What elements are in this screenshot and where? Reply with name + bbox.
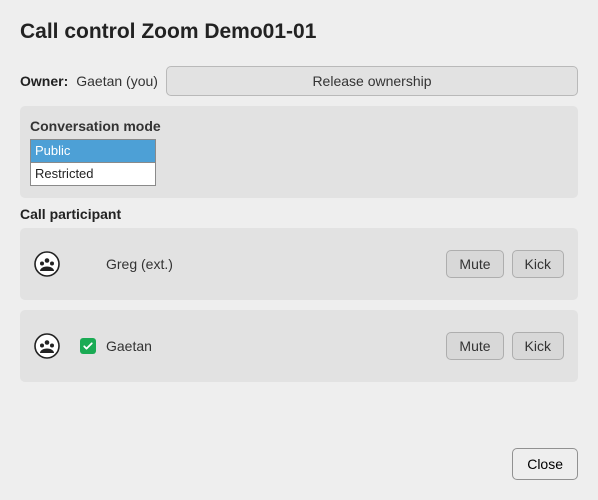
participant-icon	[34, 333, 60, 359]
conversation-mode-list[interactable]: PublicRestricted	[30, 139, 156, 186]
participant-name: Greg (ext.)	[106, 256, 446, 272]
participant-actions: Mute Kick	[446, 332, 564, 360]
close-button[interactable]: Close	[512, 448, 578, 480]
participant-actions: Mute Kick	[446, 250, 564, 278]
participant-icon	[34, 251, 60, 277]
owner-label: Owner:	[20, 73, 68, 89]
participant-row: Greg (ext.)Mute Kick	[20, 228, 578, 300]
release-ownership-button[interactable]: Release ownership	[166, 66, 578, 96]
mode-option-restricted[interactable]: Restricted	[31, 162, 155, 185]
group-icon	[34, 333, 60, 359]
page-title: Call control Zoom Demo01-01	[20, 20, 578, 44]
participant-row: GaetanMute Kick	[20, 310, 578, 382]
mute-button[interactable]: Mute	[446, 250, 503, 278]
check-icon	[82, 340, 94, 352]
participant-checkbox-slot	[80, 338, 96, 354]
kick-button[interactable]: Kick	[512, 332, 564, 360]
group-icon	[34, 251, 60, 277]
mute-button[interactable]: Mute	[446, 332, 503, 360]
participant-checkbox-slot	[80, 256, 96, 272]
mode-option-public[interactable]: Public	[31, 140, 155, 162]
owner-value: Gaetan (you)	[76, 73, 158, 89]
conversation-mode-panel: Conversation mode PublicRestricted	[20, 106, 578, 198]
participant-checkbox[interactable]	[80, 338, 96, 354]
owner-row: Owner: Gaetan (you) Release ownership	[20, 66, 578, 96]
participant-name: Gaetan	[106, 338, 446, 354]
conversation-mode-title: Conversation mode	[30, 118, 568, 134]
kick-button[interactable]: Kick	[512, 250, 564, 278]
participants-title: Call participant	[20, 206, 578, 222]
